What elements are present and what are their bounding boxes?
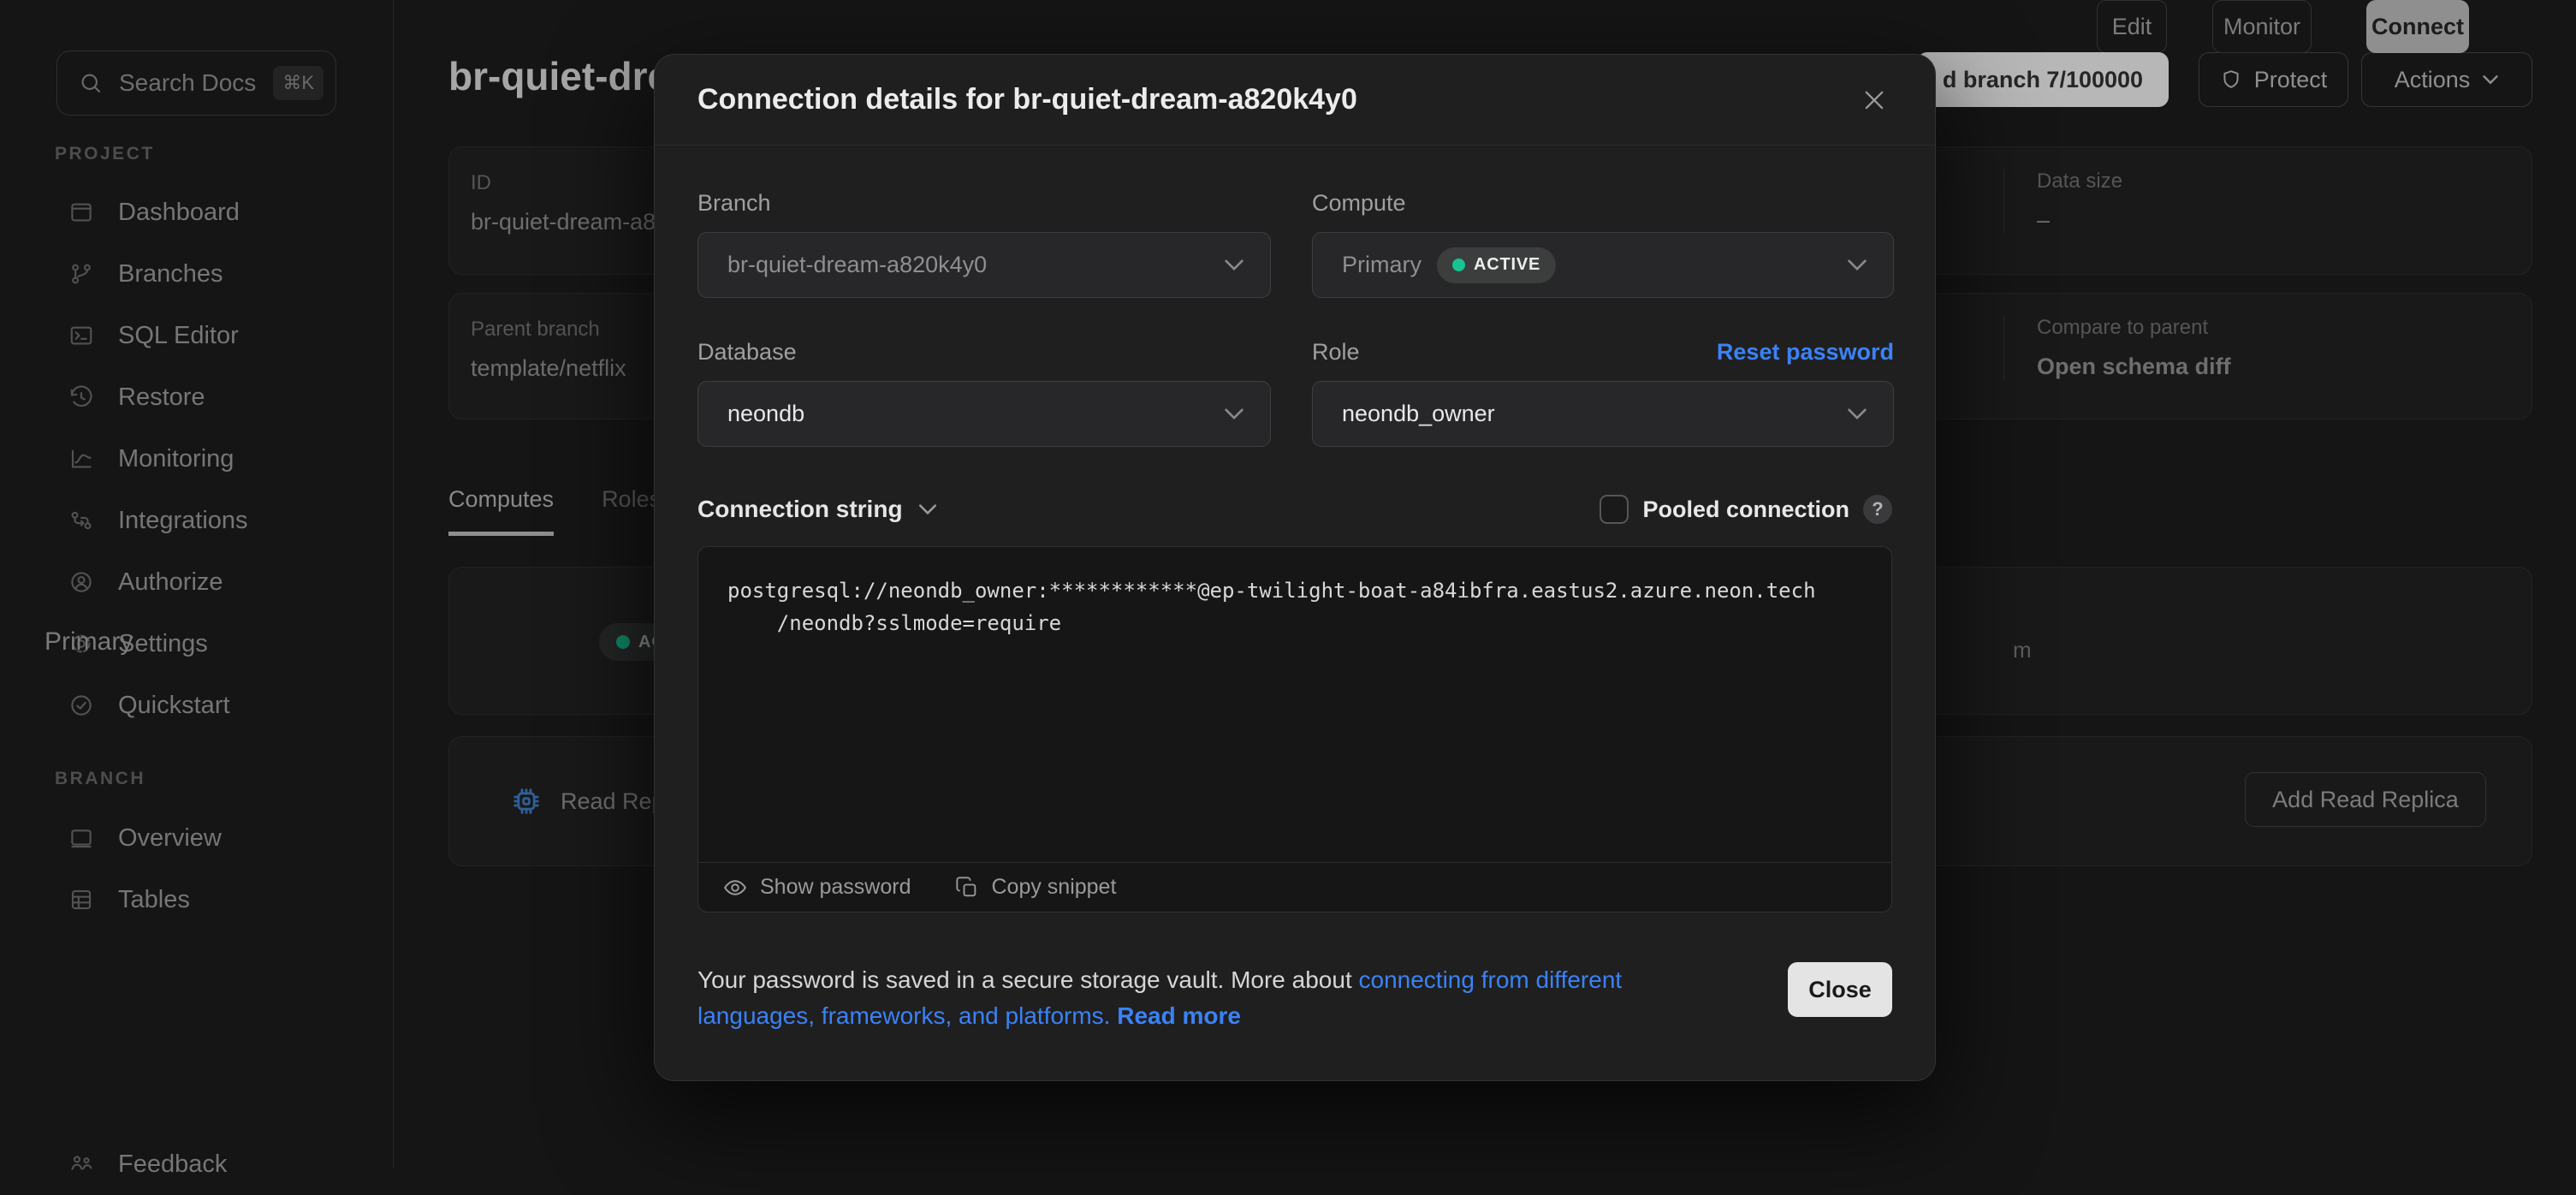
compute-field: Compute Primary ACTIVE [1312,190,1894,298]
branch-field: Branch br-quiet-dream-a820k4y0 [697,190,1271,298]
compute-label: Compute [1312,190,1894,217]
database-field: Database neondb [697,339,1271,447]
connect-button[interactable]: Connect [2366,0,2469,53]
sidebar-item-integrations[interactable]: Integrations [0,490,394,551]
help-icon[interactable]: ? [1863,495,1892,524]
primary-compute-name: Primary [45,627,133,657]
add-read-replica-button[interactable]: Add Read Replica [2245,772,2486,827]
reset-password-link[interactable]: Reset password [1717,339,1894,366]
open-schema-diff-link[interactable]: Open schema diff [2037,354,2231,380]
sidebar-footer: Feedback [0,1133,394,1195]
chevron-down-icon [2482,74,2499,85]
user-circle-icon [68,569,94,595]
sidebar-item-monitoring[interactable]: Monitoring [0,428,394,490]
chevron-down-icon [1847,259,1867,271]
branch-nav: Overview Tables [0,807,394,930]
sidebar-item-dashboard[interactable]: Dashboard [0,181,394,243]
database-select[interactable]: neondb [697,381,1271,447]
sidebar-item-branches[interactable]: Branches [0,243,394,305]
show-password-button[interactable]: Show password [722,875,911,901]
chevron-down-icon [1224,407,1244,420]
edit-button[interactable]: Edit [2097,0,2167,53]
status-dot-icon [616,635,630,649]
sidebar: Search Docs ⌘K PROJECT Dashboard Branche… [0,0,394,1168]
search-docs-input[interactable]: Search Docs ⌘K [56,51,336,116]
close-icon[interactable] [1856,82,1892,118]
tab-roles[interactable]: Roles [602,486,661,536]
status-dot-icon [1452,259,1465,271]
role-field: Role Reset password neondb_owner [1312,339,1894,447]
modal-title: Connection details for br-quiet-dream-a8… [697,83,1357,116]
copy-icon [955,876,979,900]
parent-branch-label: Parent branch [471,318,626,342]
sidebar-item-feedback[interactable]: Feedback [0,1133,394,1195]
chevron-down-icon [1224,259,1244,271]
protect-button[interactable]: Protect [2199,52,2348,107]
overview-tabs: Computes Roles [448,486,661,536]
modal-body: Branch br-quiet-dream-a820k4y0 Compute P… [655,146,1935,1034]
window-icon [68,825,94,851]
chevron-down-icon [918,503,937,515]
role-label: Role [1312,339,1360,366]
add-branch-counter-button[interactable]: d branch 7/100000 [1917,52,2169,107]
pooled-connection-control: Pooled connection ? [1600,495,1892,524]
search-shortcut-badge: ⌘K [273,66,323,100]
close-button[interactable]: Close [1788,962,1892,1017]
check-circle-icon [68,693,94,718]
connection-string-dropdown[interactable]: Connection string [697,496,937,523]
dashboard-icon [68,199,94,225]
chip-icon [509,784,543,818]
parent-branch-stat: Parent branch template/netflix [471,318,626,382]
sidebar-item-quickstart[interactable]: Quickstart [0,675,394,736]
pooled-connection-checkbox[interactable] [1600,495,1629,524]
connection-details-modal: Connection details for br-quiet-dream-a8… [654,54,1936,1081]
search-icon [78,70,104,96]
connection-string-text[interactable]: postgresql://neondb_owner:************@e… [698,547,1891,862]
data-size-label: Data size [2037,169,2122,193]
host-text-fragment: m [2013,637,2032,663]
branch-section-label: BRANCH [55,769,145,789]
password-vault-note: Your password is saved in a secure stora… [697,962,1707,1034]
eye-icon [722,875,748,901]
branch-select[interactable]: br-quiet-dream-a820k4y0 [697,232,1271,298]
parent-branch-value: template/netflix [471,355,626,382]
monitor-button[interactable]: Monitor [2212,0,2312,53]
compare-to-parent-label: Compare to parent [2037,316,2231,340]
copy-snippet-button[interactable]: Copy snippet [955,875,1116,900]
sidebar-item-overview[interactable]: Overview [0,807,394,869]
database-label: Database [697,339,1271,366]
sidebar-item-sql-editor[interactable]: SQL Editor [0,305,394,366]
people-icon [68,1151,94,1177]
data-size-value: – [2037,207,2122,234]
pooled-connection-label: Pooled connection [1642,496,1849,523]
data-size-stat: Data size – [2003,169,2122,234]
compute-status-badge: ACTIVE [1437,247,1556,283]
actions-button[interactable]: Actions [2361,52,2532,107]
modal-header: Connection details for br-quiet-dream-a8… [655,55,1935,146]
codeblock-toolbar: Show password Copy snippet [698,862,1891,912]
search-placeholder: Search Docs [119,69,258,97]
read-more-link[interactable]: Read more [1110,1002,1241,1029]
git-branch-icon [68,261,94,287]
branch-label: Branch [697,190,1271,217]
chart-line-icon [68,446,94,472]
compare-to-parent-stat: Compare to parent Open schema diff [2003,316,2231,380]
tab-computes[interactable]: Computes [448,486,554,536]
connection-string-codeblock: postgresql://neondb_owner:************@e… [697,546,1892,913]
sidebar-item-restore[interactable]: Restore [0,366,394,428]
project-section-label: PROJECT [55,144,155,164]
role-select[interactable]: neondb_owner [1312,381,1894,447]
table-icon [68,887,94,913]
integrations-icon [68,508,94,533]
shield-icon [2220,68,2242,91]
chevron-down-icon [1847,407,1867,420]
compute-select[interactable]: Primary ACTIVE [1312,232,1894,298]
modal-footer: Your password is saved in a secure stora… [697,962,1892,1034]
history-clock-icon [68,384,94,410]
sidebar-item-authorize[interactable]: Authorize [0,551,394,613]
terminal-icon [68,323,94,348]
sidebar-item-tables[interactable]: Tables [0,869,394,930]
